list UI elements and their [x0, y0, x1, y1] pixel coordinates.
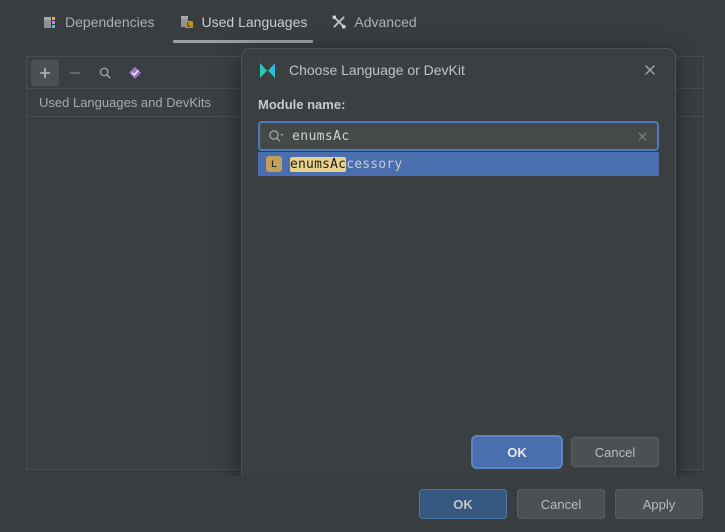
clear-icon[interactable] [636, 130, 649, 143]
dialog-cancel-button[interactable]: Cancel [571, 437, 659, 467]
minus-icon [68, 66, 82, 80]
cancel-button[interactable]: Cancel [517, 489, 605, 519]
list-item-label: enumsAccessory [290, 156, 403, 172]
apply-button[interactable]: Apply [615, 489, 703, 519]
dialog-body: Module name: enumsAc L enumsAccessory [242, 91, 675, 176]
svg-text:L: L [187, 22, 191, 29]
choose-language-dialog: Choose Language or DevKit Module name: e… [241, 48, 676, 482]
dialog-ok-button[interactable]: OK [473, 437, 561, 467]
dialog-title: Choose Language or DevKit [289, 62, 465, 78]
find-button[interactable] [91, 60, 119, 86]
list-item-remainder: cessory [346, 156, 403, 172]
plus-icon [38, 66, 52, 80]
ok-button[interactable]: OK [419, 489, 507, 519]
window-footer: OK Cancel Apply [0, 476, 725, 532]
dialog-footer: OK Cancel [242, 423, 675, 481]
match-highlight: enumsAc [290, 156, 347, 172]
tab-advanced-label: Advanced [354, 14, 417, 30]
module-name-search-field[interactable]: enumsAc [258, 121, 659, 151]
tab-used-languages-label: Used Languages [201, 14, 308, 30]
jetbrains-logo-icon [258, 61, 277, 80]
close-icon[interactable] [637, 57, 663, 83]
language-badge-icon: L [266, 156, 282, 172]
settings-tab-bar: Dependencies L Used Languages Advanced [0, 0, 725, 44]
remove-button[interactable] [61, 60, 89, 86]
search-results-list[interactable]: L enumsAccessory [258, 152, 659, 176]
tab-advanced[interactable]: Advanced [319, 1, 428, 43]
tab-dependencies-label: Dependencies [65, 14, 155, 30]
search-input[interactable]: enumsAc [292, 129, 636, 144]
search-dropdown-icon[interactable] [268, 129, 285, 143]
add-button[interactable] [31, 59, 59, 86]
search-icon [98, 66, 112, 80]
tab-dependencies[interactable]: Dependencies [30, 1, 167, 43]
list-item[interactable]: L enumsAccessory [258, 152, 659, 176]
edit-entry-button[interactable] [121, 60, 149, 86]
module-name-label: Module name: [258, 97, 346, 112]
list-column-header-label: Used Languages and DevKits [39, 95, 212, 110]
used-languages-icon: L [179, 14, 195, 30]
module-dependencies-icon [42, 14, 58, 30]
diamond-check-icon [127, 65, 143, 81]
tab-used-languages[interactable]: L Used Languages [167, 1, 320, 43]
dialog-titlebar: Choose Language or DevKit [242, 49, 675, 91]
tools-icon [331, 14, 347, 30]
